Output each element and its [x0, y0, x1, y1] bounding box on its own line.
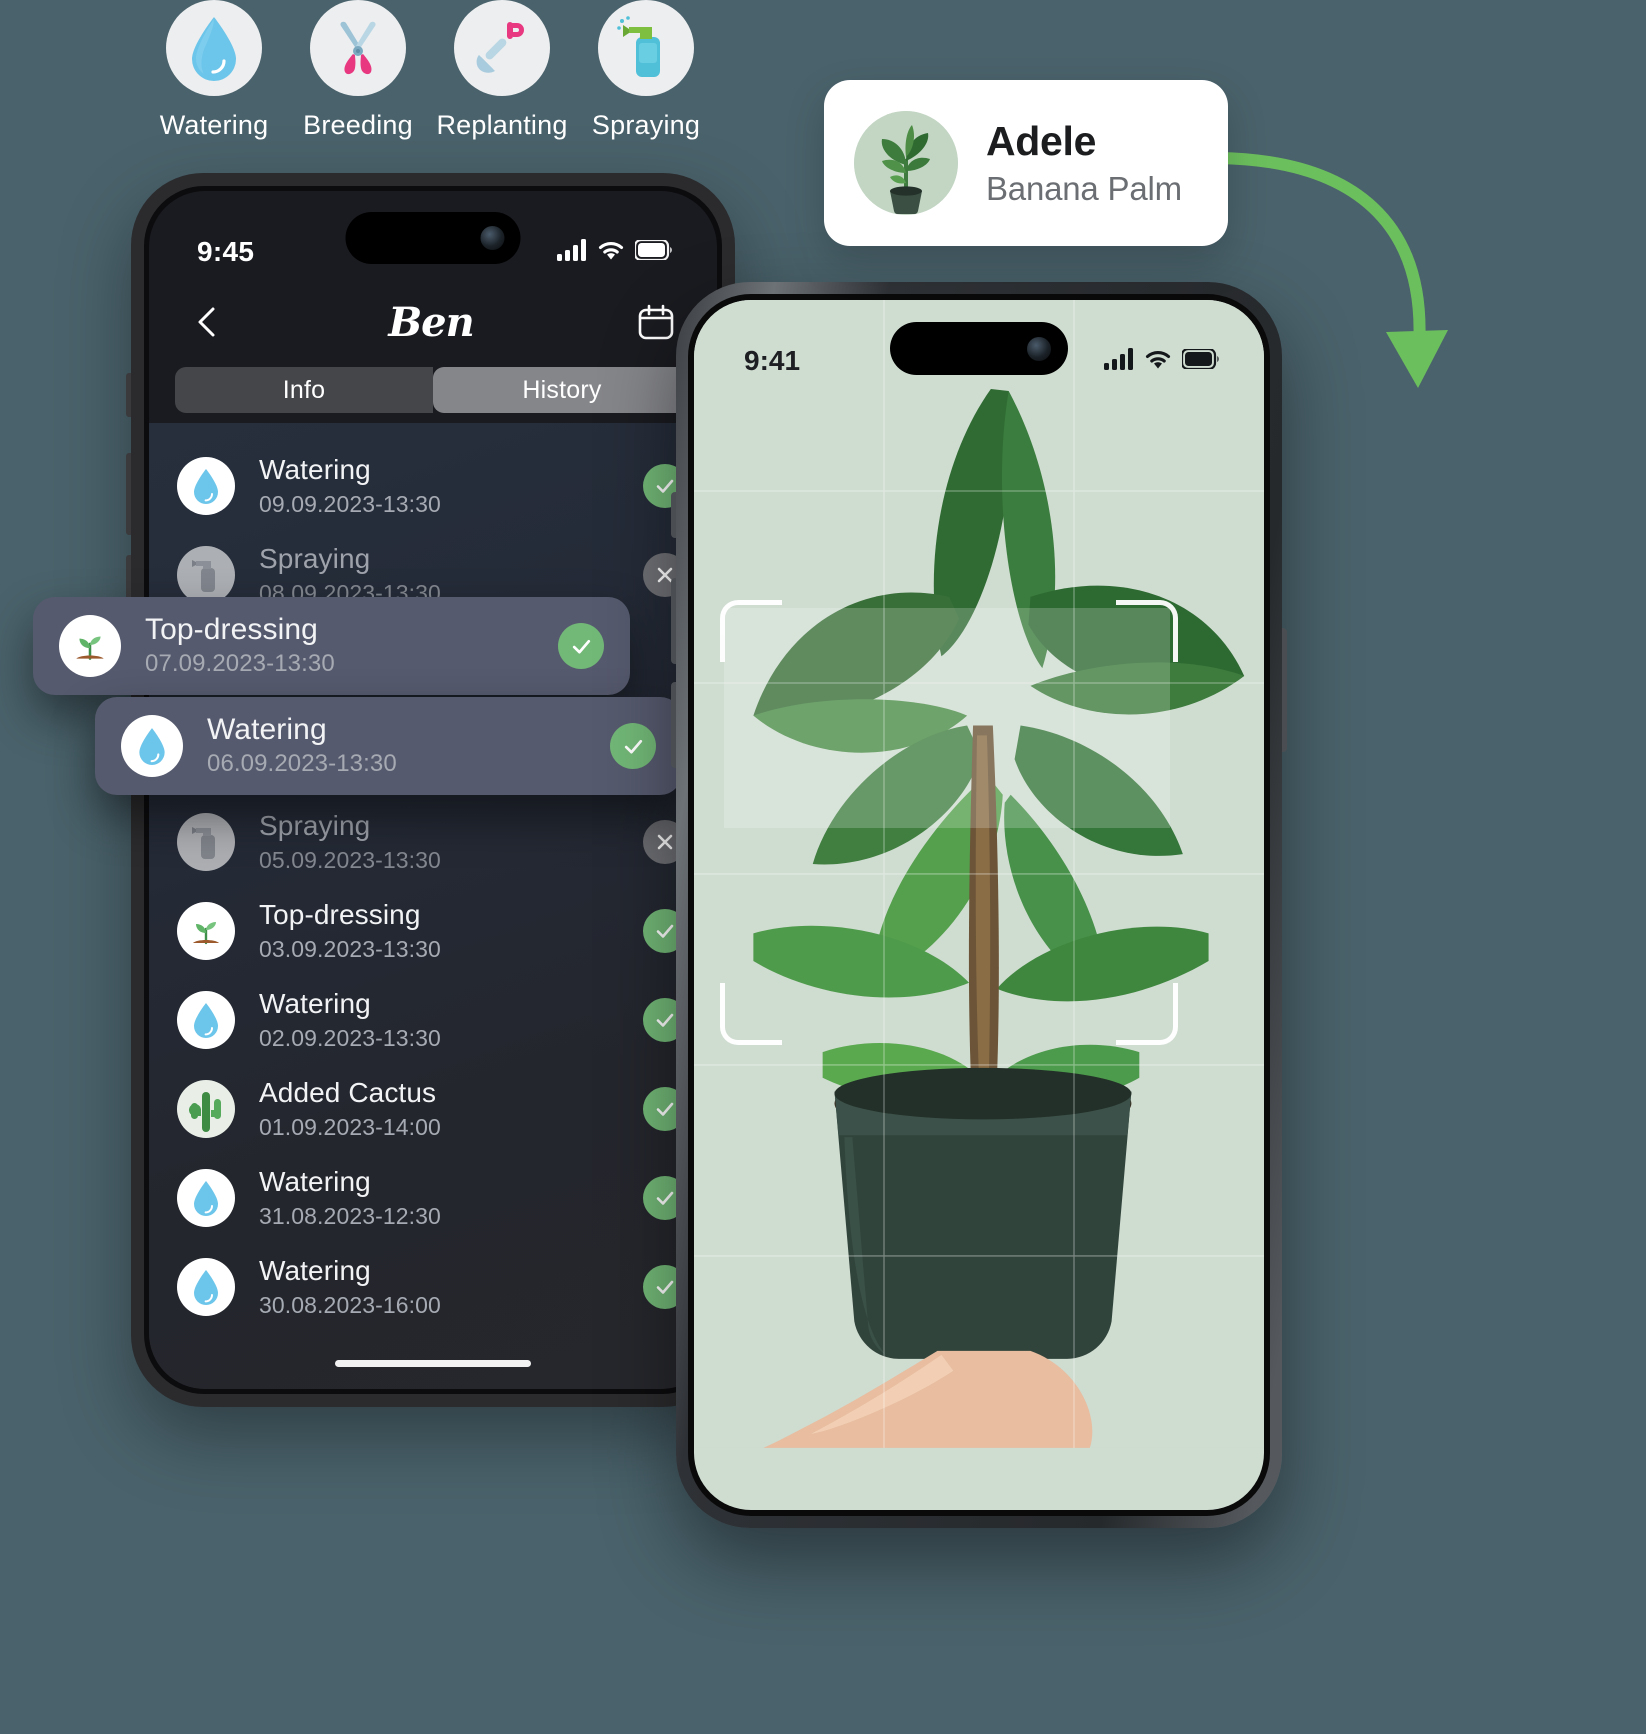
- activity-title: Watering: [259, 1165, 371, 1197]
- status-time: 9:45: [197, 236, 255, 267]
- front-camera-lens: [480, 226, 505, 250]
- activity-date: 01.09.2023-14:00: [259, 1113, 441, 1140]
- curved-arrow-icon: [1212, 152, 1448, 388]
- spray-bottle-icon: [177, 545, 235, 604]
- segmented-tabs: Info History: [175, 367, 691, 413]
- water-drop-icon: [177, 1168, 235, 1227]
- status-badge-done: [610, 723, 656, 769]
- activity-date: 02.09.2023-13:30: [259, 1024, 441, 1051]
- history-list[interactable]: Watering 09.09.2023-13:30 Spraying 08.09…: [149, 423, 717, 1389]
- category-label: Breeding: [303, 110, 413, 140]
- activity-date: 06.09.2023-13:30: [207, 750, 397, 777]
- phone-right-device: 9:41: [671, 282, 1287, 1528]
- dynamic-island: [890, 322, 1068, 375]
- mute-switch[interactable]: [126, 373, 131, 417]
- activity-title: Watering: [259, 1254, 371, 1286]
- signal-bars-icon: [1104, 347, 1134, 375]
- ar-corner-top-left: [720, 600, 782, 662]
- activity-date: 03.09.2023-13:30: [259, 935, 441, 962]
- ar-scan-frame: [720, 600, 1178, 1045]
- activity-title: Spraying: [259, 542, 371, 574]
- camera-viewfinder[interactable]: 9:41: [694, 300, 1264, 1510]
- tab-label: Info: [282, 375, 326, 404]
- spray-bottle-icon: [177, 812, 235, 871]
- front-camera-lens: [1027, 336, 1051, 361]
- category-label: Replanting: [436, 110, 568, 140]
- shovel-icon: [454, 0, 550, 96]
- activity-title: Watering: [259, 987, 371, 1019]
- plant-identity-card[interactable]: Adele Banana Palm: [824, 80, 1228, 246]
- cactus-icon: [177, 1079, 235, 1138]
- water-drop-icon: [166, 0, 262, 96]
- tab-label: History: [522, 375, 602, 404]
- avatar: [854, 111, 958, 215]
- tab-history[interactable]: History: [433, 367, 691, 413]
- power-button[interactable]: [1282, 628, 1287, 752]
- activity-date: 30.08.2023-16:00: [259, 1291, 441, 1318]
- activity-title: Spraying: [259, 809, 371, 841]
- table-row[interactable]: Watering 31.08.2023-12:30: [149, 1153, 717, 1242]
- water-drop-icon: [121, 715, 183, 777]
- activity-title: Top-dressing: [145, 613, 318, 646]
- activity-date: 07.09.2023-13:30: [145, 650, 335, 677]
- category-icon-row: Watering Breeding Replanting Spraying: [160, 0, 700, 141]
- activity-date: 31.08.2023-12:30: [259, 1202, 441, 1229]
- plant-species: Banana Palm: [986, 170, 1182, 207]
- tab-info[interactable]: Info: [175, 367, 433, 413]
- status-badge-done: [558, 623, 604, 669]
- page-title: Ben: [388, 298, 474, 346]
- chevron-left-icon[interactable]: [191, 305, 225, 339]
- category-breeding[interactable]: Breeding: [303, 0, 413, 141]
- signal-bars-icon: [557, 238, 587, 266]
- category-watering[interactable]: Watering: [160, 0, 268, 141]
- volume-up-button[interactable]: [671, 578, 676, 664]
- activity-date: 05.09.2023-13:30: [259, 846, 441, 873]
- wifi-icon: [596, 239, 626, 266]
- category-replanting[interactable]: Replanting: [436, 0, 567, 141]
- phone-right-bezel: 9:41: [688, 294, 1270, 1516]
- battery-icon: [633, 238, 673, 265]
- activity-date: 09.09.2023-13:30: [259, 490, 441, 517]
- table-row[interactable]: Watering 02.09.2023-13:30: [149, 975, 717, 1064]
- table-row[interactable]: Added Cactus 01.09.2023-14:00: [149, 1064, 717, 1153]
- volume-up-button[interactable]: [126, 453, 131, 535]
- draggable-history-card[interactable]: Watering 06.09.2023-13:30: [95, 697, 682, 795]
- table-row[interactable]: Spraying 05.09.2023-13:30: [149, 797, 717, 886]
- water-drop-icon: [177, 1257, 235, 1316]
- ar-corner-bottom-right: [1116, 983, 1178, 1045]
- table-row[interactable]: Top-dressing 03.09.2023-13:30: [149, 886, 717, 975]
- status-time: 9:41: [744, 345, 801, 376]
- category-label: Watering: [159, 110, 269, 140]
- spray-bottle-icon: [598, 0, 694, 96]
- plant-name: Adele: [986, 118, 1097, 164]
- ar-corner-top-right: [1116, 600, 1178, 662]
- dynamic-island: [345, 212, 521, 264]
- activity-title: Top-dressing: [259, 898, 421, 930]
- seedling-icon: [177, 901, 235, 960]
- draggable-history-card[interactable]: Top-dressing 07.09.2023-13:30: [33, 597, 630, 695]
- navigation-bar: Ben: [149, 283, 717, 361]
- table-row[interactable]: Watering 30.08.2023-16:00: [149, 1242, 717, 1331]
- category-label: Spraying: [591, 110, 701, 140]
- wifi-icon: [1143, 348, 1173, 375]
- water-drop-icon: [177, 456, 235, 515]
- table-row[interactable]: Watering 09.09.2023-13:30: [149, 441, 717, 530]
- activity-title: Added Cactus: [259, 1076, 437, 1108]
- activity-title: Watering: [259, 453, 371, 485]
- seedling-icon: [59, 615, 121, 677]
- mute-switch[interactable]: [671, 492, 676, 538]
- home-indicator: [335, 1360, 531, 1367]
- volume-down-button[interactable]: [671, 682, 676, 768]
- pruning-shears-icon: [310, 0, 406, 96]
- calendar-icon[interactable]: [637, 303, 675, 341]
- activity-title: Watering: [207, 713, 327, 746]
- category-spraying[interactable]: Spraying: [592, 0, 700, 141]
- water-drop-icon: [177, 990, 235, 1049]
- ar-corner-bottom-left: [720, 983, 782, 1045]
